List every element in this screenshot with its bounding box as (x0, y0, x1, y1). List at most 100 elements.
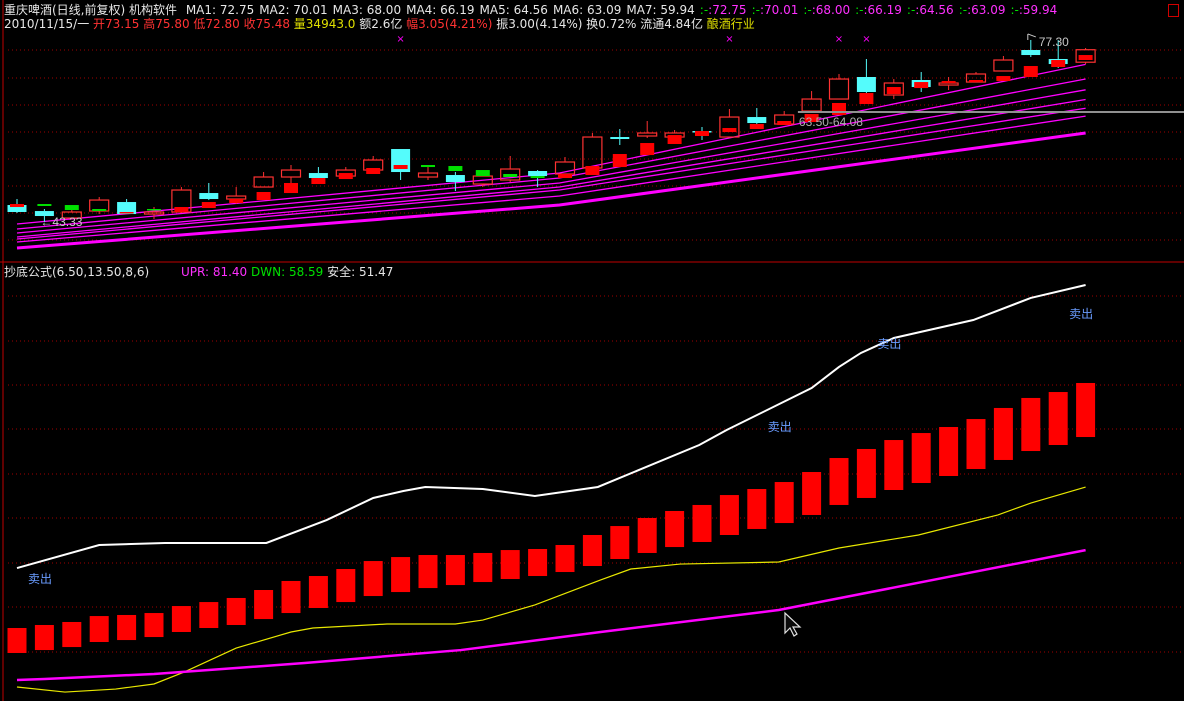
stock-title: 重庆啤酒(日线,前复权) 机构软件 (4, 3, 177, 17)
overlay-bar (832, 102, 846, 115)
overlay-bar (749, 124, 764, 130)
indicator-panel-grid (8, 295, 1184, 653)
candle-body-up (719, 116, 740, 138)
indicator-dwn: DWN: 58.59 (251, 265, 324, 279)
overlay-bar (1078, 55, 1093, 61)
indicator-bar (89, 616, 109, 643)
quote-volume: 量34943.0 (293, 17, 356, 31)
indicator-bar (692, 504, 712, 542)
ma-value-3: MA3: 68.00 (332, 3, 402, 17)
ma-line-ma1 (16, 63, 1086, 225)
ma-value-4: MA4: 66.19 (406, 3, 475, 17)
chart-header-ma: 重庆啤酒(日线,前复权) 机构软件 MA1: 72.75 MA2: 70.01 MA… (4, 3, 1062, 17)
overlay-bar (530, 176, 545, 179)
quote-high: 高75.80 (143, 17, 190, 31)
overlay-bar (722, 128, 737, 133)
candle-body-up (993, 59, 1014, 72)
high-price-arrow-icon (1027, 33, 1036, 40)
ma-value-2: MA2: 70.01 (259, 3, 328, 17)
candle (117, 199, 137, 215)
candle-body-down (610, 137, 630, 140)
candle (911, 72, 931, 93)
overlay-bar (640, 143, 655, 156)
sell-signal-label: 卖出 (28, 572, 52, 586)
x-marker-icon: × (396, 34, 404, 45)
indicator-bar (281, 580, 301, 614)
indicator-bar (582, 534, 602, 567)
overlay-bar (941, 81, 956, 84)
chart-header-quote: 2010/11/15/一 开73.15 高75.80 低72.80 收75.48… (4, 17, 755, 31)
indicator-bar (34, 624, 54, 651)
industry-link[interactable]: 酿酒行业 (707, 17, 755, 31)
maximize-icon[interactable] (1168, 4, 1179, 17)
indicator-bar (802, 472, 822, 515)
ma-value-6: MA6: 63.09 (552, 3, 622, 17)
quote-low: 低72.80 (193, 17, 240, 31)
overlay-bar (174, 207, 189, 212)
ma-extra-sep: :- (855, 3, 864, 17)
overlay-bar (1023, 66, 1038, 78)
indicator-bar (1048, 392, 1068, 445)
indicator-line-dwn (16, 486, 1086, 693)
candle (610, 129, 630, 146)
overlay-bar (393, 164, 408, 170)
candle-body-up (226, 195, 247, 200)
high-price-label: 77.30 (1039, 35, 1069, 49)
overlay-bar (969, 80, 983, 83)
candle-body-down (308, 173, 328, 179)
indicator-bar (610, 526, 630, 560)
quote-amplitude: 振3.00(4.14%) (496, 17, 583, 31)
ma-extra-sep: :- (751, 3, 760, 17)
ma-extra-value: :63.09 (967, 3, 1006, 17)
overlay-bar (695, 131, 709, 137)
ma-extra-value: :72.75 (708, 3, 747, 17)
candle-body-up (417, 172, 439, 178)
candle (801, 91, 822, 112)
quote-close: 收75.48 (243, 17, 290, 31)
candle-body-down (1021, 49, 1041, 56)
sell-signals: 卖出卖出卖出卖出 (28, 307, 1093, 586)
indicator-bar (939, 427, 959, 477)
overlay-bar (667, 135, 682, 144)
mouse-cursor-icon (784, 611, 802, 637)
candlesticks[interactable] (7, 39, 1096, 223)
candle (856, 58, 876, 94)
ma-value-7: MA7: 59.94 (626, 3, 695, 17)
overlay-bar (914, 82, 929, 89)
indicator-bar (226, 597, 246, 625)
low-price-label: ←43.33 (40, 215, 82, 229)
indicator-bar (829, 458, 849, 505)
stock-chart-canvas[interactable]: ←43.3377.3063.50-64.08× × × × 卖出卖出卖出卖出 (0, 0, 1184, 701)
candle (719, 108, 740, 138)
quote-float: 流通4.84亿 (640, 17, 703, 31)
indicator-bar (911, 433, 931, 483)
overlay-bar (859, 93, 874, 105)
candle (417, 164, 439, 181)
candle-body-down (856, 77, 876, 93)
overlay-bar (558, 174, 572, 179)
indicator-bar (1021, 397, 1041, 452)
ma-extra-value: :64.56 (915, 3, 954, 17)
candle-body-down (528, 171, 548, 177)
overlay-bar (996, 76, 1011, 82)
overlay-bar (585, 166, 600, 176)
indicator-bar (747, 489, 767, 529)
indicator-bar (555, 545, 575, 573)
sell-signal-label: 卖出 (768, 420, 792, 434)
candle (993, 55, 1014, 72)
indicator-bar (308, 576, 328, 608)
ma-value-5: MA5: 64.56 (479, 3, 548, 17)
indicator-name[interactable]: 抄底公式(6.50,13.50,8,6) (4, 265, 149, 279)
indicator-bar (62, 621, 82, 648)
overlay-bar (421, 164, 435, 168)
candle (280, 164, 302, 184)
indicator-bar (336, 569, 356, 603)
quote-date: 2010/11/15/一 (4, 17, 90, 31)
overlay-bar (284, 183, 298, 194)
ma-extra-sep: :- (803, 3, 812, 17)
overlay-bar (311, 178, 326, 185)
quote-change: 幅3.05(4.21%) (406, 17, 493, 31)
ma-value-1: MA1: 72.75 (185, 3, 255, 17)
candle-body-up (280, 169, 302, 178)
ma-extra-value: :66.19 (863, 3, 902, 17)
